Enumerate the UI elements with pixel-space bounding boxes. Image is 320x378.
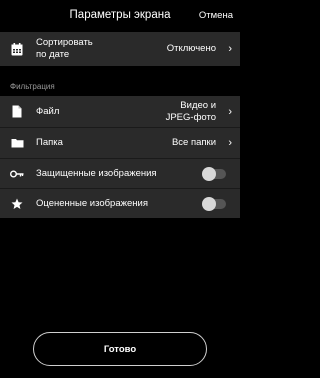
sort-value: Отключено bbox=[166, 43, 216, 54]
chevron-right-icon: › bbox=[228, 105, 232, 118]
calendar-icon bbox=[10, 42, 24, 56]
rated-images-row[interactable]: Оцененные изображения bbox=[0, 189, 240, 218]
header-bar: Параметры экрана Отмена bbox=[0, 0, 240, 32]
sort-label: Сортировать по дате bbox=[36, 37, 93, 61]
protected-toggle[interactable] bbox=[202, 166, 226, 181]
rated-toggle[interactable] bbox=[202, 196, 226, 211]
folder-label: Папка bbox=[36, 137, 63, 148]
star-icon bbox=[10, 197, 24, 211]
sort-by-date-row[interactable]: Сортировать по дате Отключено › bbox=[0, 32, 240, 66]
done-button[interactable]: Готово bbox=[33, 332, 207, 366]
sort-label-line2: по дате bbox=[36, 49, 70, 60]
file-value-line1: Видео и bbox=[180, 99, 216, 111]
cancel-button[interactable]: Отмена bbox=[199, 10, 233, 21]
file-label: Файл bbox=[36, 105, 60, 117]
folder-filter-row[interactable]: Папка Все папки › bbox=[0, 128, 240, 158]
file-filter-row[interactable]: Файл Видео и JPEG-фото › bbox=[0, 96, 240, 127]
toggle-knob bbox=[202, 166, 216, 181]
folder-icon bbox=[10, 136, 24, 150]
file-value-line2: JPEG-фото bbox=[165, 111, 216, 123]
folder-value: Все папки bbox=[171, 137, 216, 148]
toggle-knob bbox=[202, 196, 216, 211]
file-icon bbox=[10, 105, 24, 119]
filter-section-title: Фильтрация bbox=[10, 82, 55, 91]
protected-label: Защищенные изображения bbox=[36, 167, 157, 179]
key-icon bbox=[10, 167, 24, 181]
file-value: Видео и JPEG-фото bbox=[166, 100, 216, 124]
chevron-right-icon: › bbox=[228, 43, 232, 55]
sort-label-line1: Сортировать bbox=[36, 37, 93, 48]
chevron-right-icon: › bbox=[228, 137, 232, 149]
protected-images-row[interactable]: Защищенные изображения bbox=[0, 159, 240, 188]
rated-label: Оцененные изображения bbox=[36, 197, 148, 209]
